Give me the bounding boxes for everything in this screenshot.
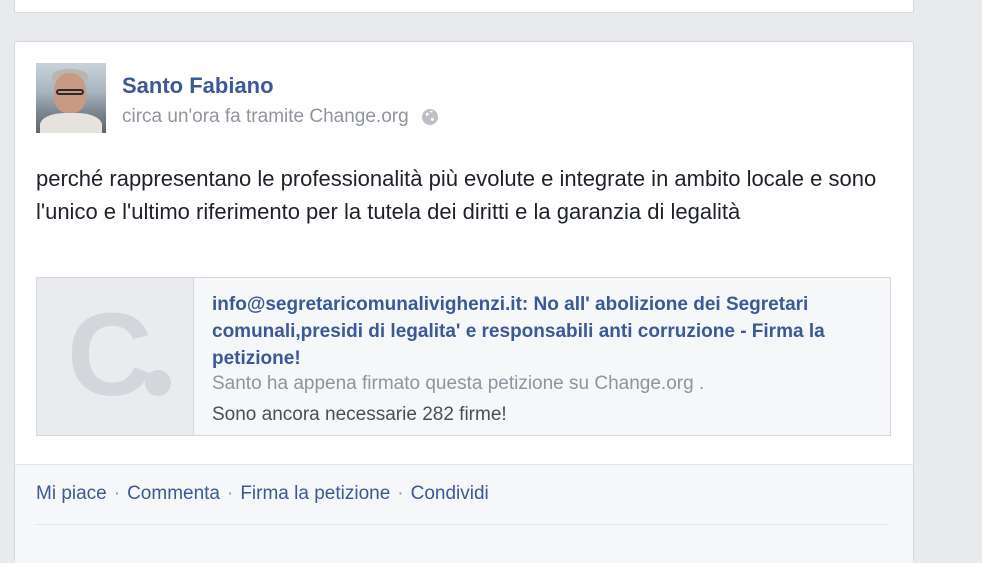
post-text: perché rappresentano le professionalità … — [36, 166, 877, 224]
globe-icon[interactable] — [421, 108, 439, 126]
change-org-logo-dot — [145, 370, 171, 396]
previous-post-card — [14, 0, 914, 13]
post-actions: Mi piace · Commenta · Firma la petizione · Con… — [36, 483, 489, 505]
link-subtext: Sono ancora necessarie 282 firme! — [212, 404, 507, 425]
divider — [36, 524, 889, 525]
comment-link[interactable]: Commenta — [127, 483, 220, 504]
post-meta: circa un'ora fa tramite Change.org — [122, 106, 439, 128]
sign-petition-link[interactable]: Firma la petizione — [240, 483, 390, 504]
like-link[interactable]: Mi piace — [36, 483, 107, 504]
post-timestamp[interactable]: circa un'ora fa tramite Change.org — [122, 106, 409, 128]
share-link[interactable]: Condividi — [411, 483, 489, 504]
separator: · — [113, 483, 121, 504]
actions-bar: Mi piace · Commenta · Firma la petizione · Con… — [15, 464, 913, 563]
link-description: Santo ha appena firmato questa petizione… — [212, 373, 705, 394]
change-org-logo: C — [67, 289, 153, 421]
separator: · — [227, 483, 234, 504]
separator: · — [397, 483, 404, 504]
avatar[interactable] — [36, 63, 106, 133]
link-title[interactable]: info@segretaricomunalivighenzi.it: No al… — [212, 291, 852, 372]
author-name[interactable]: Santo Fabiano — [122, 73, 274, 99]
link-thumbnail[interactable]: C — [37, 278, 194, 435]
post-card: Santo Fabiano circa un'ora fa tramite Ch… — [14, 41, 914, 563]
shared-link-attachment[interactable]: C info@segretaricomunalivighenzi.it: No … — [36, 277, 891, 436]
avatar-shirt — [40, 113, 102, 133]
avatar-glasses — [56, 89, 84, 95]
